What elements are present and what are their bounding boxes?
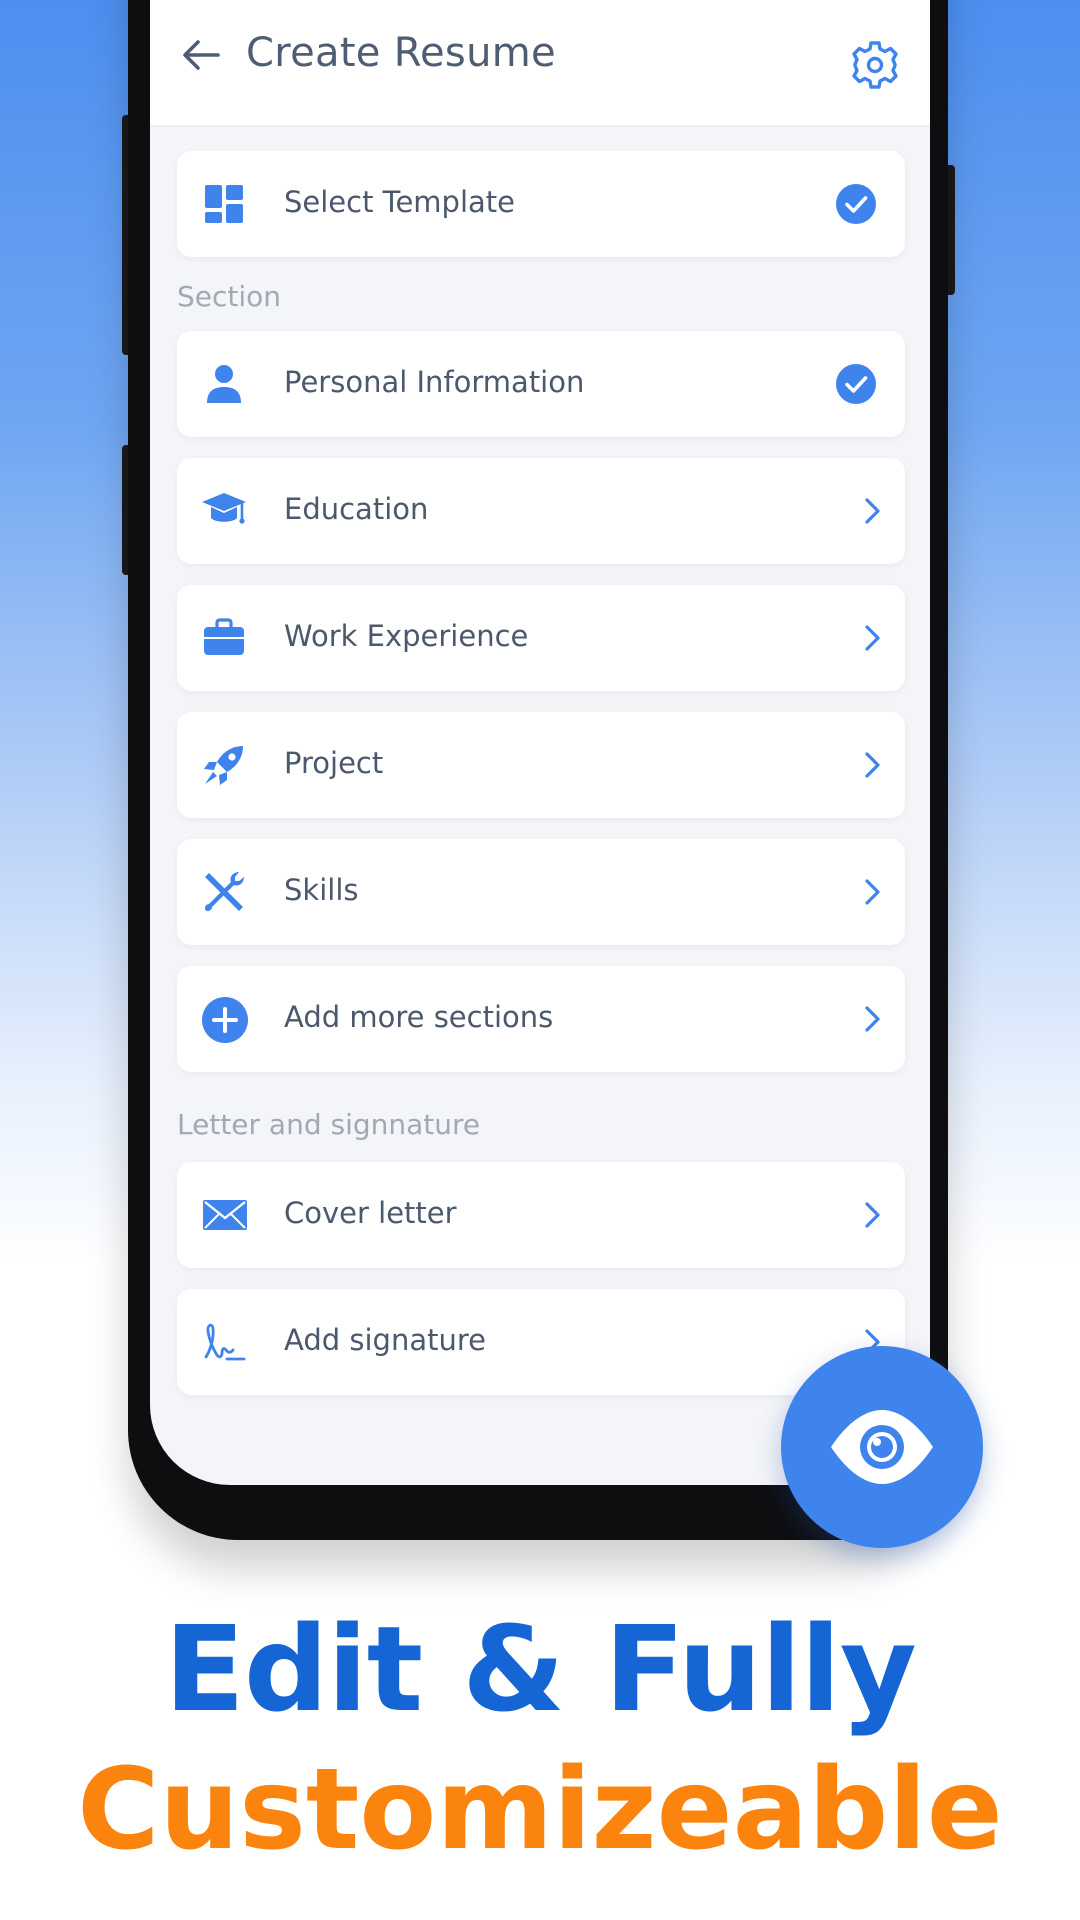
settings-button[interactable]	[848, 38, 902, 92]
section-heading: Section	[177, 280, 282, 313]
app-bar: Create Resume	[150, 0, 930, 127]
section-item-add-more-sections[interactable]: Add more sections	[177, 966, 905, 1072]
section-item-skills[interactable]: Skills	[177, 839, 905, 945]
section-item-label: Add signature	[284, 1323, 486, 1357]
page-title: Create Resume	[246, 30, 556, 76]
phone-screen: Create Resume Select Template Section Pe…	[150, 0, 930, 1485]
letter-section-heading: Letter and signnature	[177, 1108, 481, 1141]
promo-headline: Edit & Fully	[164, 1600, 917, 1738]
plus-circle-icon	[201, 996, 248, 1043]
rocket-icon	[201, 742, 247, 788]
chevron-right-icon	[857, 496, 887, 526]
section-item-label: Personal Information	[284, 365, 585, 399]
signature-icon	[201, 1319, 247, 1365]
section-item-cover-letter[interactable]: Cover letter	[177, 1162, 905, 1268]
tools-icon	[201, 869, 247, 915]
back-button[interactable]	[176, 30, 226, 80]
graduation-cap-icon	[201, 488, 247, 534]
gear-icon	[852, 41, 898, 89]
arrow-left-icon	[183, 40, 220, 70]
section-item-label: Project	[284, 746, 384, 780]
section-item-label: Education	[284, 492, 429, 526]
eye-icon	[831, 1410, 933, 1484]
preview-fab-button[interactable]	[781, 1346, 983, 1548]
envelope-icon	[201, 1192, 247, 1238]
section-item-add-signature[interactable]: Add signature	[177, 1289, 905, 1395]
chevron-right-icon	[857, 623, 887, 653]
section-item-project[interactable]: Project	[177, 712, 905, 818]
chevron-right-icon	[857, 750, 887, 780]
person-icon	[201, 361, 247, 407]
briefcase-icon	[201, 615, 247, 661]
select-template-card[interactable]: Select Template	[177, 151, 905, 257]
section-item-label: Skills	[284, 873, 359, 907]
grid-template-icon	[201, 181, 247, 227]
chevron-right-icon	[857, 1004, 887, 1034]
section-item-work-experience[interactable]: Work Experience	[177, 585, 905, 691]
chevron-right-icon	[857, 877, 887, 907]
promo-subheadline: Customizeable	[77, 1745, 1003, 1875]
section-item-education[interactable]: Education	[177, 458, 905, 564]
section-item-label: Work Experience	[284, 619, 529, 653]
select-template-label: Select Template	[284, 185, 516, 219]
section-item-label: Add more sections	[284, 1000, 554, 1034]
section-item-label: Cover letter	[284, 1196, 457, 1230]
chevron-right-icon	[857, 1200, 887, 1230]
check-circle-icon	[835, 363, 877, 405]
check-circle-icon	[835, 183, 877, 225]
section-item-personal-information[interactable]: Personal Information	[177, 331, 905, 437]
